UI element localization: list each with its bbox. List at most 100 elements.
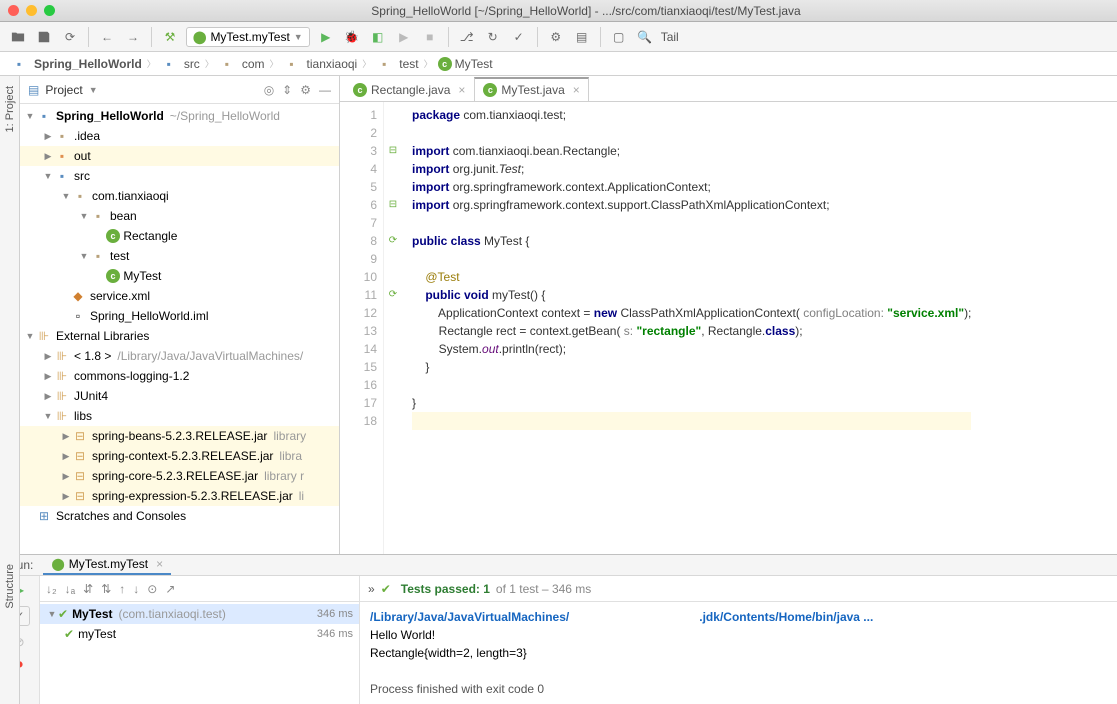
code-text[interactable]: package com.tianxiaoqi.test; import com.…	[402, 102, 971, 554]
tree-node[interactable]: ▼▪src	[20, 166, 339, 186]
target-icon[interactable]: ◎	[264, 83, 274, 97]
tree-node[interactable]: ▶⊪commons-logging-1.2	[20, 366, 339, 386]
structure-icon[interactable]: ▤	[572, 27, 592, 47]
run-icon[interactable]: ▶	[316, 27, 336, 47]
tree-node[interactable]: c MyTest	[20, 266, 339, 286]
tree-node-root[interactable]: ▼▪Spring_HelloWorld~/Spring_HelloWorld	[20, 106, 339, 126]
run-output: » ✔ Tests passed: 1 of 1 test – 346 ms /…	[360, 576, 1117, 704]
breadcrumb-item[interactable]: cMyTest	[435, 56, 496, 72]
left-tool-strip: 1: Project	[0, 76, 20, 554]
maximize-window[interactable]	[44, 5, 55, 16]
tree-node[interactable]: ▶▪.idea	[20, 126, 339, 146]
tree-node[interactable]: ▼▪test	[20, 246, 339, 266]
tree-node[interactable]: ▶⊪JUnit4	[20, 386, 339, 406]
tree-node[interactable]: ▶⊟spring-context-5.2.3.RELEASE.jarlibra	[20, 446, 339, 466]
test-tree[interactable]: ▼✔MyTest(com.tianxiaoqi.test)346 ms ✔myT…	[40, 602, 359, 704]
run-tab[interactable]: ⬤MyTest.myTest×	[43, 555, 171, 575]
breadcrumb-item[interactable]: ▪Spring_HelloWorld	[8, 55, 145, 73]
tree-node[interactable]: ▶⊟spring-core-5.2.3.RELEASE.jarlibrary r	[20, 466, 339, 486]
project-tree[interactable]: ▼▪Spring_HelloWorld~/Spring_HelloWorld ▶…	[20, 104, 339, 554]
tree-node[interactable]: ▼⊪libs	[20, 406, 339, 426]
commit-icon[interactable]: ✓	[509, 27, 529, 47]
forward-icon[interactable]: →	[123, 27, 143, 47]
coverage-icon[interactable]: ◧	[368, 27, 388, 47]
panel-title[interactable]: Project	[45, 83, 82, 97]
output-header: » ✔ Tests passed: 1 of 1 test – 346 ms	[360, 576, 1117, 602]
save-icon[interactable]	[34, 27, 54, 47]
expand-icon[interactable]: ⇵	[83, 582, 93, 596]
tree-node[interactable]: ▼▪bean	[20, 206, 339, 226]
tree-node[interactable]: c Rectangle	[20, 226, 339, 246]
window-icon[interactable]: ▢	[609, 27, 629, 47]
settings-icon[interactable]: ⚙	[546, 27, 566, 47]
refresh-icon[interactable]: ⟳	[60, 27, 80, 47]
close-icon[interactable]: ×	[156, 557, 163, 571]
close-icon[interactable]: ×	[573, 83, 580, 97]
code-area[interactable]: 123456789101112131415161718 ⊟⊟⟳⟳ package…	[340, 102, 1117, 554]
console-output[interactable]: /Library/Java/JavaVirtualMachines/ .jdk/…	[360, 602, 1117, 704]
run-panel: Run: ⬤MyTest.myTest× ▶ ✓ ⊘ 📍 ↓₂↓ₐ ⇵⇅ ↑↓ …	[0, 554, 1117, 704]
tail-label: Tail	[661, 30, 679, 44]
tree-node[interactable]: ◆service.xml	[20, 286, 339, 306]
sidebar-tab-project[interactable]: 1: Project	[2, 80, 18, 138]
editor: cRectangle.java× cMyTest.java× 123456789…	[340, 76, 1117, 554]
window-controls	[8, 5, 55, 16]
gear-icon[interactable]: ⚙	[300, 83, 311, 97]
breadcrumb-item[interactable]: ▪src	[158, 55, 203, 73]
tree-node[interactable]: ⊞Scratches and Consoles	[20, 506, 339, 526]
collapse-icon[interactable]: ⇅	[101, 582, 111, 596]
tree-node-extlibs[interactable]: ▼⊪External Libraries	[20, 326, 339, 346]
xml-icon: ◆	[70, 288, 86, 304]
sidebar-tab-structure[interactable]: Structure	[2, 558, 18, 615]
hide-icon[interactable]: —	[319, 83, 331, 97]
history-icon[interactable]: ↗	[165, 582, 175, 596]
vcs-icon[interactable]: ⎇	[457, 27, 477, 47]
folder-icon: ▪	[161, 56, 177, 72]
test-status: Tests passed: 1	[401, 582, 490, 596]
export-icon[interactable]: ⊙	[147, 582, 157, 596]
run-config-selector[interactable]: ⬤ MyTest.myTest ▼	[186, 27, 310, 47]
folder-icon: ▪	[54, 128, 70, 144]
debug-icon[interactable]: 🐞	[342, 27, 362, 47]
folder-icon: ▪	[54, 148, 70, 164]
breadcrumb: ▪Spring_HelloWorld〉 ▪src〉 ▪com〉 ▪tianxia…	[0, 52, 1117, 76]
close-window[interactable]	[8, 5, 19, 16]
tab-rectangle[interactable]: cRectangle.java×	[344, 77, 474, 101]
filter-icon[interactable]: ↓ₐ	[65, 582, 75, 596]
close-icon[interactable]: ×	[458, 83, 465, 97]
down-icon[interactable]: ↓	[133, 582, 139, 596]
stop-icon[interactable]: ■	[420, 27, 440, 47]
build-icon[interactable]: ⚒	[160, 27, 180, 47]
back-icon[interactable]: ←	[97, 27, 117, 47]
breadcrumb-item[interactable]: ▪tianxiaoqi	[281, 55, 361, 73]
search-icon[interactable]: 🔍	[635, 27, 655, 47]
tree-node[interactable]: ▼▪com.tianxiaoqi	[20, 186, 339, 206]
sort-icon[interactable]: ↓₂	[46, 582, 57, 596]
tree-node[interactable]: ▶⊪< 1.8 >/Library/Java/JavaVirtualMachin…	[20, 346, 339, 366]
collapse-icon[interactable]: ⇕	[282, 83, 292, 97]
main-toolbar: ⟳ ← → ⚒ ⬤ MyTest.myTest ▼ ▶ 🐞 ◧ ▶ ■ ⎇ ↻ …	[0, 22, 1117, 52]
profile-icon[interactable]: ▶	[394, 27, 414, 47]
class-icon: c	[483, 83, 497, 97]
test-row[interactable]: ▼✔MyTest(com.tianxiaoqi.test)346 ms	[40, 604, 359, 624]
update-icon[interactable]: ↻	[483, 27, 503, 47]
breadcrumb-item[interactable]: ▪com	[216, 55, 268, 73]
run-config-icon: ⬤	[193, 30, 206, 44]
tree-node-out[interactable]: ▶▪out	[20, 146, 339, 166]
module-icon: ▪	[11, 56, 27, 72]
breadcrumb-item[interactable]: ▪test	[373, 55, 421, 73]
tab-mytest[interactable]: cMyTest.java×	[474, 77, 588, 101]
tree-node[interactable]: ▶⊟spring-expression-5.2.3.RELEASE.jarli	[20, 486, 339, 506]
test-row[interactable]: ✔myTest346 ms	[40, 624, 359, 644]
line-numbers: 123456789101112131415161718	[340, 102, 384, 554]
minimize-window[interactable]	[26, 5, 37, 16]
up-icon[interactable]: ↑	[119, 582, 125, 596]
package-icon: ▪	[90, 208, 106, 224]
nav-icon[interactable]: »	[368, 582, 375, 596]
run-config-label: MyTest.myTest	[210, 30, 289, 44]
chevron-down-icon[interactable]: ▼	[89, 85, 98, 95]
folder-icon: ▪	[219, 56, 235, 72]
tree-node[interactable]: ▫Spring_HelloWorld.iml	[20, 306, 339, 326]
tree-node[interactable]: ▶⊟spring-beans-5.2.3.RELEASE.jarlibrary	[20, 426, 339, 446]
open-icon[interactable]	[8, 27, 28, 47]
